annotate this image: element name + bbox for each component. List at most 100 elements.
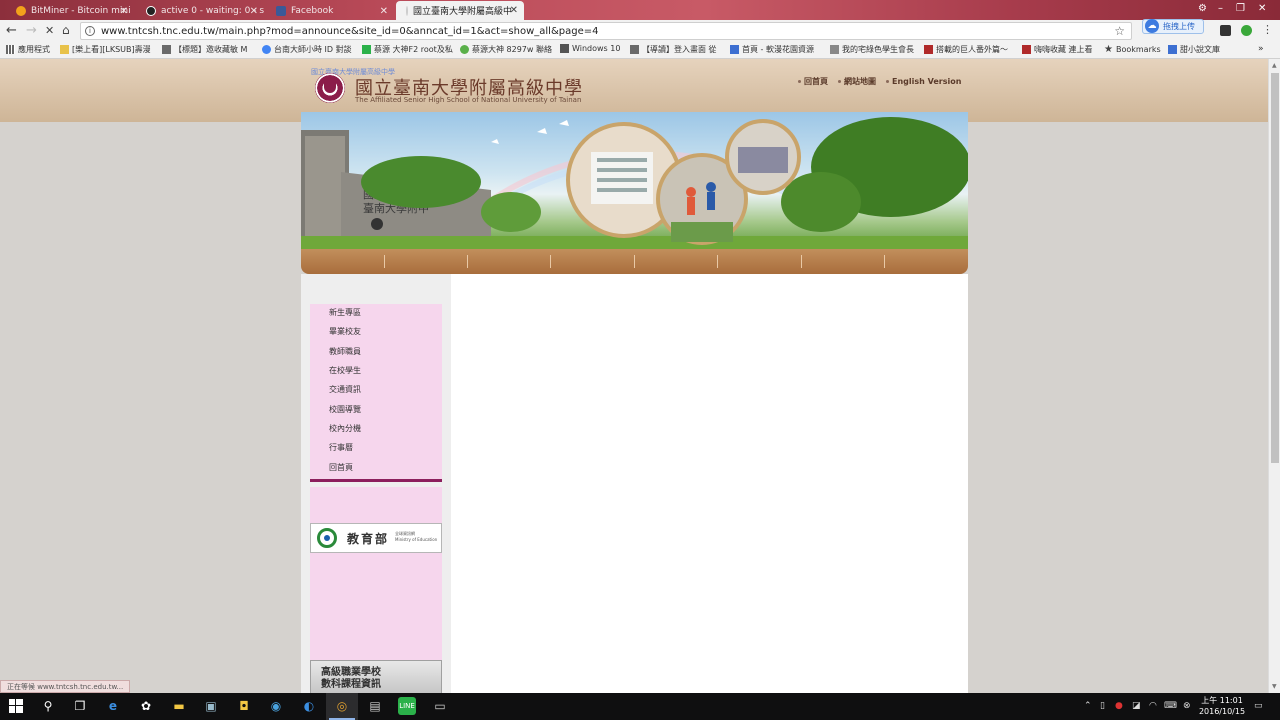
sidenav-item-freshmen[interactable]: 新生專區 — [329, 307, 361, 318]
bookmark-star-icon[interactable]: ☆ — [1114, 24, 1125, 38]
tab-label: Facebook — [291, 6, 334, 16]
sidenav-item-calendar[interactable]: 行事曆 — [329, 442, 353, 453]
keyboard-icon[interactable]: ⌨ — [1164, 701, 1177, 711]
task-view-icon[interactable]: ❐ — [71, 697, 89, 715]
close-tab-icon[interactable]: ✕ — [380, 6, 388, 17]
close-tab-icon[interactable]: ✕ — [120, 6, 128, 17]
search-icon[interactable]: ⚲ — [39, 697, 57, 715]
sidenav-item-students[interactable]: 在校學生 — [329, 365, 361, 376]
bookmark-label: 蔡源 大神F2 root及私 — [374, 45, 453, 54]
bookmark-item[interactable]: 甜小說文庫 — [1168, 44, 1220, 55]
vocational-banner-link[interactable]: 高級職業學校 數科課程資訊 — [310, 660, 442, 693]
home-icon[interactable]: ⌂ — [62, 23, 70, 37]
bookmark-apps[interactable]: 應用程式 — [6, 44, 50, 55]
clock-time: 上午 11:01 — [1201, 696, 1243, 705]
close-tab-icon[interactable]: ✕ — [510, 5, 518, 16]
taskbar-clock[interactable]: 上午 11:01 2016/10/15 — [1196, 695, 1248, 717]
site-info-icon[interactable]: i — [85, 26, 95, 36]
line-icon — [362, 45, 371, 54]
bookmark-item[interactable]: 蔡源 大神F2 root及私 — [362, 44, 453, 55]
scrollbar-thumb[interactable] — [1271, 73, 1279, 463]
page-scrollbar[interactable]: ▲ ▼ — [1268, 59, 1280, 693]
tab-bitminer[interactable]: BitMiner - Bitcoin mini ✕ — [6, 2, 134, 20]
tab-school-active[interactable]: 國立臺南大學附屬高級中 ✕ — [396, 1, 524, 20]
notification-center-icon[interactable]: ▭ — [1254, 701, 1263, 711]
bookmark-item[interactable]: ★ Bookmarks — [1104, 44, 1161, 55]
moe-banner-link[interactable]: 教育部 全球資訊網 Ministry of Education — [310, 523, 442, 553]
bookmark-label: 首頁 - 軟漫花園資源 — [742, 45, 814, 54]
app-icon[interactable]: ▤ — [366, 697, 384, 715]
bookmark-label: Bookmarks — [1115, 45, 1161, 54]
link-home[interactable]: 回首頁 — [798, 76, 828, 87]
sidenav-item-home[interactable]: 回首頁 — [329, 462, 353, 473]
stop-loading-icon[interactable]: ✕ — [45, 24, 54, 37]
facebook-favicon-icon — [276, 6, 286, 16]
edge-browser-icon[interactable]: e — [104, 697, 122, 715]
bookmark-item[interactable]: 搭載的巨人番外篇～ — [924, 44, 1008, 55]
sidenav-item-transport[interactable]: 交通資訊 — [329, 384, 361, 395]
windows-start-icon[interactable] — [7, 697, 25, 715]
file-explorer-icon[interactable]: ▬ — [170, 697, 188, 715]
bookmark-item[interactable]: 我的宅綠色學生會長 — [830, 44, 914, 55]
sidenav-item-staff[interactable]: 教師職員 — [329, 346, 361, 357]
campus-banner-image: 國立 臺南大學附中 — [301, 112, 968, 249]
sidenav-item-extensions[interactable]: 校內分機 — [329, 423, 361, 434]
account-icon[interactable]: ⚙ — [1198, 3, 1207, 14]
scroll-down-icon[interactable]: ▼ — [1272, 683, 1277, 690]
app-icon[interactable]: ◘ — [235, 697, 253, 715]
bookmark-item[interactable]: 【導讀】登入畫面 從 — [630, 44, 717, 55]
extension-icon[interactable] — [1220, 25, 1231, 36]
torrent-favicon-icon — [146, 6, 156, 16]
app-icon[interactable]: ◐ — [300, 697, 318, 715]
bookmark-item[interactable]: 台南大師小時 ID 對談 — [262, 44, 352, 55]
tab-facebook[interactable]: Facebook ✕ — [266, 2, 394, 20]
menu-kebab-icon[interactable]: ⋮ — [1262, 23, 1273, 36]
link-english[interactable]: English Version — [886, 76, 961, 87]
menu-divider — [384, 255, 385, 268]
bookmark-item[interactable]: 蔡源大神 8297w 聯絡 — [460, 44, 552, 55]
extension-green-icon[interactable] — [1241, 25, 1252, 36]
sidebar-links-panel — [310, 487, 442, 667]
chat-icon — [460, 45, 469, 54]
line-app-icon[interactable]: LINE — [398, 697, 416, 715]
close-window-icon[interactable]: ✕ — [1258, 3, 1266, 14]
bookmark-label: 蔡源大神 8297w 聯絡 — [472, 45, 552, 54]
app-icon[interactable]: ✿ — [137, 697, 155, 715]
star-icon: ★ — [1104, 44, 1113, 55]
link-sitemap[interactable]: 網站地圖 — [838, 76, 876, 87]
wifi-icon[interactable]: ◠ — [1149, 701, 1157, 711]
side-navigation: 新生專區 畢業校友 教師職員 在校學生 交通資訊 校園導覽 校內分機 行事曆 回… — [310, 304, 442, 482]
forward-icon[interactable]: → — [26, 23, 37, 38]
bitcoin-favicon-icon — [16, 6, 26, 16]
status-text: 正在等候 www.tntcsh.tnc.edu.tw... — [7, 682, 124, 691]
chrome-icon[interactable]: ◎ — [333, 697, 351, 715]
tray-app-icon[interactable]: ▯ — [1100, 701, 1105, 711]
upload-extension-badge[interactable]: ☁ 拖拽上传 — [1142, 19, 1204, 34]
site-logo[interactable]: 國立臺南大學附屬高級中學 國立臺南大學附屬高級中學 The Affiliated… — [311, 67, 611, 115]
app-icon[interactable]: ▣ — [202, 697, 220, 715]
scroll-up-icon[interactable]: ▲ — [1272, 62, 1277, 69]
tray-chevron-icon[interactable]: ⌃ — [1084, 701, 1092, 711]
more-bookmarks-icon[interactable]: » — [1258, 44, 1264, 54]
sidenav-item-campus-tour[interactable]: 校園導覽 — [329, 404, 361, 415]
bookmark-item[interactable]: [樂上看][LKSUB]壽漫 — [60, 44, 151, 55]
tab-torrent[interactable]: active 0 - waiting: 0 - s ✕ — [136, 2, 264, 20]
clock-date: 2016/10/15 — [1198, 707, 1246, 716]
bookmark-item[interactable]: 【標題】邀收藏敏 M — [162, 44, 247, 55]
restore-icon[interactable]: ❐ — [1236, 3, 1245, 14]
bookmark-item[interactable]: 首頁 - 軟漫花園資源 — [730, 44, 814, 55]
chat-app-icon[interactable]: ◉ — [267, 697, 285, 715]
terminal-icon[interactable]: ▭ — [431, 697, 449, 715]
tray-app-icon[interactable]: ◪ — [1132, 701, 1141, 711]
sidenav-item-alumni[interactable]: 畢業校友 — [329, 326, 361, 337]
school-favicon-icon — [406, 5, 408, 16]
tray-app-icon[interactable]: ● — [1115, 701, 1123, 711]
volume-icon[interactable]: ⊗ — [1183, 701, 1191, 711]
bookmark-item[interactable]: 嗨嗨收藏 連上看 — [1022, 44, 1093, 55]
back-icon[interactable]: ← — [6, 23, 17, 38]
minimize-icon[interactable]: – — [1218, 3, 1223, 14]
close-tab-icon[interactable]: ✕ — [250, 6, 258, 17]
menu-divider — [467, 255, 468, 268]
bookmark-item[interactable]: Windows 10 — [560, 44, 620, 53]
address-bar[interactable]: i www.tntcsh.tnc.edu.tw/main.php?mod=ann… — [80, 22, 1132, 40]
